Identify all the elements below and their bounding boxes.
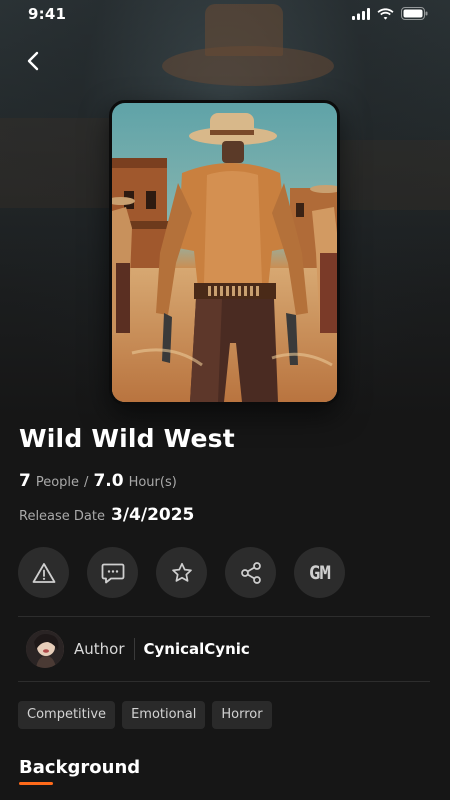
- warning-icon: [32, 562, 55, 583]
- game-meta: 7 People / 7.0 Hour(s): [19, 471, 177, 491]
- duration-unit: Hour(s): [128, 475, 177, 490]
- star-icon: [171, 562, 192, 582]
- background-building: [340, 140, 450, 210]
- gm-button[interactable]: GM: [294, 547, 345, 598]
- share-icon: [240, 561, 261, 584]
- release-info: Release Date 3/4/2025: [19, 505, 194, 525]
- chevron-left-icon: [27, 51, 39, 71]
- report-button[interactable]: [18, 547, 69, 598]
- divider: [18, 616, 430, 617]
- chat-icon: [101, 563, 124, 583]
- release-date: 3/4/2025: [111, 505, 195, 525]
- action-bar: GM: [18, 547, 345, 598]
- avatar[interactable]: [26, 630, 64, 668]
- tab-active-indicator: [19, 782, 53, 785]
- release-label: Release Date: [19, 509, 105, 524]
- share-button[interactable]: [225, 547, 276, 598]
- player-count: 7: [19, 471, 31, 491]
- status-icons: [352, 7, 428, 20]
- divider: [18, 681, 430, 682]
- background-building: [0, 118, 120, 208]
- tag-chip[interactable]: Horror: [212, 701, 272, 729]
- meta-separator: /: [84, 475, 89, 490]
- background-hat-brim: [162, 46, 334, 86]
- status-time: 9:41: [28, 5, 67, 23]
- battery-icon: [401, 7, 428, 20]
- cover-image: [109, 100, 340, 405]
- tab-background[interactable]: Background: [19, 757, 140, 778]
- author-label: Author: [74, 640, 125, 658]
- tag-chip[interactable]: Emotional: [122, 701, 206, 729]
- gm-icon: GM: [309, 561, 331, 584]
- tag-list: Competitive Emotional Horror: [18, 701, 272, 729]
- player-unit: People: [35, 475, 80, 490]
- status-bar: 9:41: [0, 0, 450, 28]
- favorite-button[interactable]: [156, 547, 207, 598]
- tag-chip[interactable]: Competitive: [18, 701, 116, 729]
- author-row[interactable]: Author CynicalCynic: [26, 630, 250, 668]
- back-button[interactable]: [18, 46, 48, 76]
- signal-icon: [352, 7, 370, 20]
- author-name[interactable]: CynicalCynic: [144, 640, 250, 658]
- wifi-icon: [377, 7, 394, 20]
- comment-button[interactable]: [87, 547, 138, 598]
- author-separator: [133, 638, 135, 660]
- duration-value: 7.0: [93, 471, 124, 491]
- game-title: Wild Wild West: [19, 424, 235, 453]
